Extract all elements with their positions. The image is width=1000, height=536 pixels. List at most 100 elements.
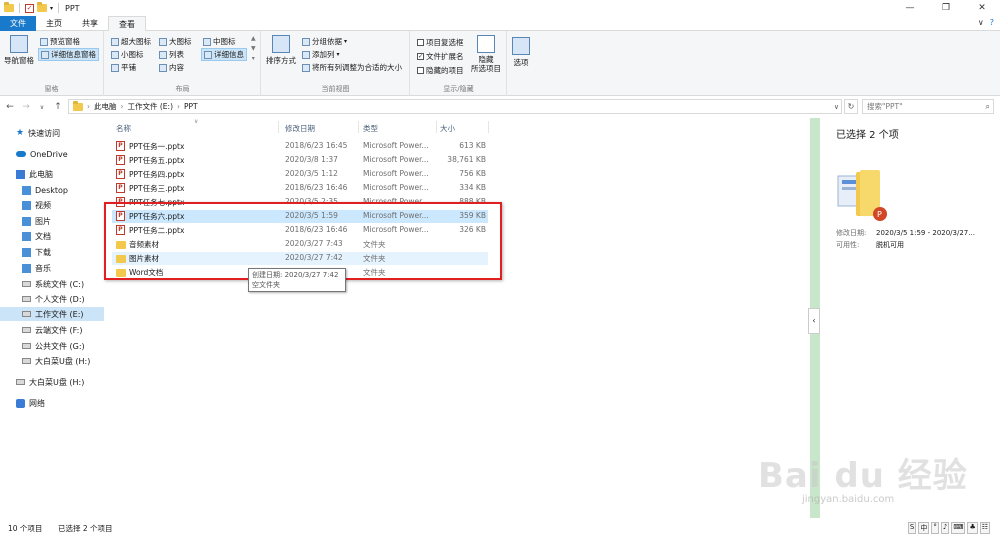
table-row[interactable]: 音频素材 2020/3/27 7:43 文件夹 <box>112 238 488 251</box>
layout-small-icons[interactable]: 小图标 <box>111 49 144 60</box>
table-row[interactable]: P PPT任务三.pptx 2018/6/23 16:46 Microsoft Pow… <box>112 182 488 195</box>
nav-item-this-pc[interactable]: 此电脑 <box>16 167 53 181</box>
close-button[interactable]: ✕ <box>964 0 1000 16</box>
checkbox-checked-icon[interactable]: ✓ <box>417 53 424 60</box>
scroll-down-icon[interactable]: ▼ <box>251 45 256 52</box>
nav-item-drive-c[interactable]: 系统文件 (C:) <box>22 277 84 291</box>
search-icon[interactable]: ⌕ <box>986 102 990 112</box>
ime-toolbar[interactable]: S 中 ° ♪ ⌨ ♣ ☷ <box>907 522 990 534</box>
tab-view[interactable]: 查看 <box>108 16 146 31</box>
fit-columns-button[interactable]: 将所有列调整为合适的大小 <box>302 62 402 73</box>
nav-item-drive-d[interactable]: 个人文件 (D:) <box>22 292 85 306</box>
table-row[interactable]: 图片素材 2020/3/27 7:42 文件夹 <box>112 252 488 265</box>
layout-medium-icons[interactable]: 中图标 <box>203 36 236 47</box>
ime-keyboard-icon[interactable]: ⌨ <box>951 522 966 534</box>
ime-punct-icon[interactable]: ° <box>931 522 939 534</box>
details-pane-button[interactable]: 详细信息窗格 <box>38 48 99 61</box>
quick-access-dropdown-icon[interactable]: ▾ <box>50 5 53 12</box>
breadcrumb-ppt[interactable]: PPT <box>184 102 198 111</box>
nav-item-videos[interactable]: 视频 <box>22 198 51 212</box>
tab-home[interactable]: 主页 <box>36 16 72 31</box>
address-dropdown-icon[interactable]: ∨ <box>834 103 839 111</box>
ime-icon[interactable]: S <box>907 522 917 534</box>
nav-pane-button[interactable]: 导航窗格 <box>4 35 34 66</box>
checkbox-icon[interactable] <box>417 39 424 46</box>
nav-item-usb-h[interactable]: 大白菜U盘 (H:) <box>16 375 84 389</box>
column-date[interactable]: 修改日期 <box>285 123 315 134</box>
layout-details[interactable]: 详细信息 <box>201 48 247 61</box>
ime-mic-icon[interactable]: ♪ <box>940 522 950 534</box>
maximize-button[interactable]: ❐ <box>928 0 964 16</box>
layout-label: 列表 <box>169 50 184 59</box>
table-row[interactable]: P PPT任务二.pptx 2018/6/23 16:46 Microsoft Pow… <box>112 224 488 237</box>
scroll-up-icon[interactable]: ▲ <box>251 35 256 42</box>
layout-large-icons[interactable]: 大图标 <box>159 36 192 47</box>
column-type[interactable]: 类型 <box>363 123 378 134</box>
nav-item-desktop[interactable]: Desktop <box>22 183 68 197</box>
nav-item-onedrive[interactable]: OneDrive <box>16 147 68 161</box>
forward-arrow-icon[interactable]: → <box>20 102 32 112</box>
layout-content[interactable]: 内容 <box>159 62 184 73</box>
table-row[interactable]: P PPT任务四.pptx 2020/3/5 1:12 Microsoft Power… <box>112 168 488 181</box>
hidden-items-toggle[interactable]: 隐藏的项目 <box>417 65 464 76</box>
table-row[interactable]: P PPT任务五.pptx 2020/3/8 1:37 Microsoft Power… <box>112 154 488 167</box>
column-name[interactable]: 名称 <box>116 123 131 134</box>
column-size[interactable]: 大小 <box>440 123 455 134</box>
breadcrumb-this-pc[interactable]: 此电脑 <box>94 101 117 112</box>
back-arrow-icon[interactable]: ← <box>4 102 16 112</box>
address-field[interactable]: › 此电脑 › 工作文件 (E:) › PPT ∨ <box>68 99 842 114</box>
table-row[interactable]: P PPT任务一.pptx 2018/6/23 16:45 Microsoft Pow… <box>112 140 488 153</box>
recent-dropdown-icon[interactable]: ∨ <box>36 104 48 111</box>
tab-share[interactable]: 共享 <box>72 16 108 31</box>
nav-item-drive-f[interactable]: 云端文件 (F:) <box>22 323 82 337</box>
ribbon-collapse-icon[interactable]: ∨ <box>978 18 984 27</box>
options-button[interactable]: 选项 <box>512 37 530 68</box>
layout-xl-icons[interactable]: 超大图标 <box>111 36 151 47</box>
properties-check-icon[interactable]: ✓ <box>25 3 34 13</box>
nav-item-drive-h[interactable]: 大白菜U盘 (H:) <box>22 354 90 368</box>
hide-selected-button[interactable]: 隐藏 所选项目 <box>471 35 501 73</box>
nav-item-network[interactable]: 网络 <box>16 396 45 410</box>
item-checkbox-label: 项目复选框 <box>426 38 464 47</box>
new-folder-icon[interactable] <box>37 2 47 12</box>
nav-item-pictures[interactable]: 图片 <box>22 214 51 228</box>
cell-name: PPT任务二.pptx <box>129 226 185 235</box>
ime-tools-icon[interactable]: ☷ <box>979 522 990 534</box>
nav-item-drive-e[interactable]: 工作文件 (E:) <box>0 307 104 321</box>
nav-item-documents[interactable]: 文档 <box>22 229 51 243</box>
up-arrow-icon[interactable]: ↑ <box>52 102 64 112</box>
layout-tiles[interactable]: 平铺 <box>111 62 136 73</box>
help-icon[interactable]: ? <box>990 18 994 27</box>
group-by-button[interactable]: 分组依据 ▾ <box>302 36 347 47</box>
sort-by-button[interactable]: 排序方式 <box>266 35 296 66</box>
nav-item-drive-g[interactable]: 公共文件 (G:) <box>22 339 85 353</box>
checkbox-icon[interactable] <box>417 67 424 74</box>
cell-name: PPT任务三.pptx <box>129 184 185 193</box>
nav-label: 云端文件 (F:) <box>35 325 83 335</box>
minimize-button[interactable]: — <box>892 0 928 16</box>
nav-item-music[interactable]: 音乐 <box>22 261 51 275</box>
layout-scroll[interactable]: ▲ ▼ ▾ <box>251 35 256 62</box>
search-input[interactable]: 搜索"PPT" ⌕ <box>862 99 994 114</box>
file-ext-toggle[interactable]: ✓ 文件扩展名 <box>417 51 464 62</box>
preview-pane-button[interactable]: 预览窗格 <box>40 36 80 47</box>
tab-file[interactable]: 文件 <box>0 16 36 31</box>
table-row[interactable]: P PPT任务七.pptx 2020/3/5 2:35 Microsoft Power… <box>112 196 488 209</box>
table-row[interactable]: P PPT任务六.pptx 2020/3/5 1:59 Microsoft Power… <box>112 210 488 223</box>
item-checkbox-toggle[interactable]: 项目复选框 <box>417 37 464 48</box>
collapse-details-button[interactable]: ‹ <box>808 308 820 334</box>
cell-date: 2020/3/5 1:12 <box>285 169 338 178</box>
expand-icon[interactable]: ▾ <box>252 55 255 62</box>
hide-selected-icon <box>477 35 495 53</box>
cell-date: 2018/6/23 16:46 <box>285 225 348 234</box>
refresh-button[interactable]: ↻ <box>844 99 858 114</box>
ime-mode-icon[interactable]: 中 <box>918 522 930 534</box>
star-icon: ★ <box>16 127 25 138</box>
nav-item-quick-access[interactable]: ★ 快速访问 <box>16 126 60 140</box>
nav-label: 大白菜U盘 (H:) <box>35 356 91 366</box>
layout-list[interactable]: 列表 <box>159 49 184 60</box>
add-column-button[interactable]: 添加列 ▾ <box>302 49 340 60</box>
nav-item-downloads[interactable]: 下载 <box>22 245 51 259</box>
breadcrumb-drive-e[interactable]: 工作文件 (E:) <box>128 101 174 112</box>
ime-skin-icon[interactable]: ♣ <box>967 522 978 534</box>
